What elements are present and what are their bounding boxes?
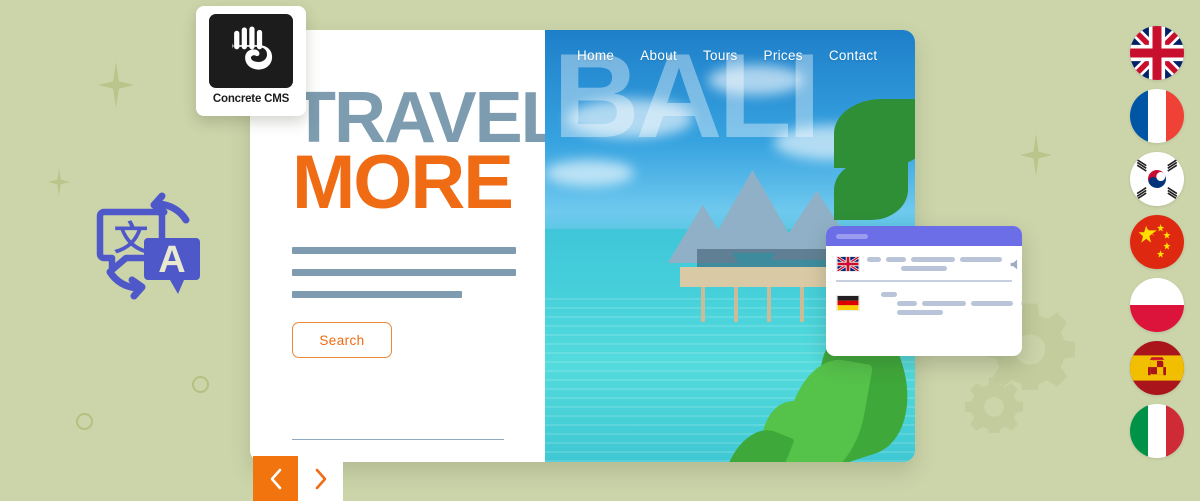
- flag-south-korea[interactable]: [1130, 152, 1184, 206]
- translate-target-char: A: [158, 239, 185, 281]
- placeholder-bar: [292, 291, 462, 299]
- translate-source-char: 文: [114, 219, 148, 259]
- sparkle-decoration: [1020, 134, 1052, 176]
- headline-line-more: MORE: [292, 139, 514, 225]
- flag-spain[interactable]: [1130, 341, 1184, 395]
- translate-icon: 文 A: [96, 192, 200, 300]
- germany-flag: [836, 295, 860, 311]
- language-flag-rail: [1130, 26, 1184, 458]
- circle-decoration: [192, 376, 209, 393]
- website-preview-panel: TRAVEL MORE Search BALI Home About Tours…: [250, 30, 915, 462]
- translation-row-english[interactable]: [826, 246, 1022, 280]
- concrete-cms-logo-card: Concrete CMS: [196, 6, 306, 116]
- palm-foliage: [833, 99, 915, 169]
- translation-row-german[interactable]: [826, 282, 1022, 323]
- flag-france[interactable]: [1130, 89, 1184, 143]
- flag-italy[interactable]: [1130, 404, 1184, 458]
- placeholder-bar: [292, 247, 516, 255]
- palm-foliage: [833, 159, 908, 221]
- nav-item-contact[interactable]: Contact: [829, 48, 878, 63]
- body-text-placeholder: [292, 247, 545, 299]
- gear-decoration: [965, 377, 1023, 433]
- concrete-cms-label: Concrete CMS: [212, 93, 290, 105]
- poster-canvas: 文 A TRAVEL MORE Search BALI Home About T…: [0, 0, 1200, 501]
- search-button[interactable]: Search: [292, 322, 392, 359]
- nav-item-home[interactable]: Home: [577, 48, 614, 63]
- speaker-icon[interactable]: [1020, 297, 1022, 310]
- divider: [292, 438, 504, 440]
- translation-panel: [826, 226, 1022, 356]
- translation-text-placeholder: [867, 257, 1002, 271]
- sparkle-decoration: [48, 168, 70, 196]
- carousel-prev-button[interactable]: [253, 456, 298, 501]
- flag-poland[interactable]: [1130, 278, 1184, 332]
- nav-item-tours[interactable]: Tours: [703, 48, 738, 63]
- concrete-cms-hand-icon: [209, 14, 293, 88]
- flag-china[interactable]: [1130, 215, 1184, 269]
- carousel-controls: [253, 456, 343, 501]
- nav-item-prices[interactable]: Prices: [764, 48, 803, 63]
- flag-uk[interactable]: [1130, 26, 1184, 80]
- uk-flag: [836, 256, 860, 272]
- translation-panel-header: [826, 226, 1022, 246]
- nav-item-about[interactable]: About: [640, 48, 677, 63]
- chevron-left-icon: [270, 468, 281, 489]
- sparkle-decoration: [98, 62, 134, 108]
- translation-text-placeholder: [867, 291, 1013, 315]
- page-title: TRAVEL MORE: [292, 82, 565, 225]
- header-placeholder-bar: [836, 233, 868, 239]
- circle-decoration: [76, 413, 93, 430]
- site-navigation: Home About Tours Prices Contact: [577, 48, 895, 63]
- speaker-icon[interactable]: [1009, 258, 1022, 271]
- carousel-next-button[interactable]: [298, 456, 343, 501]
- placeholder-bar: [292, 269, 516, 277]
- chevron-right-icon: [315, 468, 326, 489]
